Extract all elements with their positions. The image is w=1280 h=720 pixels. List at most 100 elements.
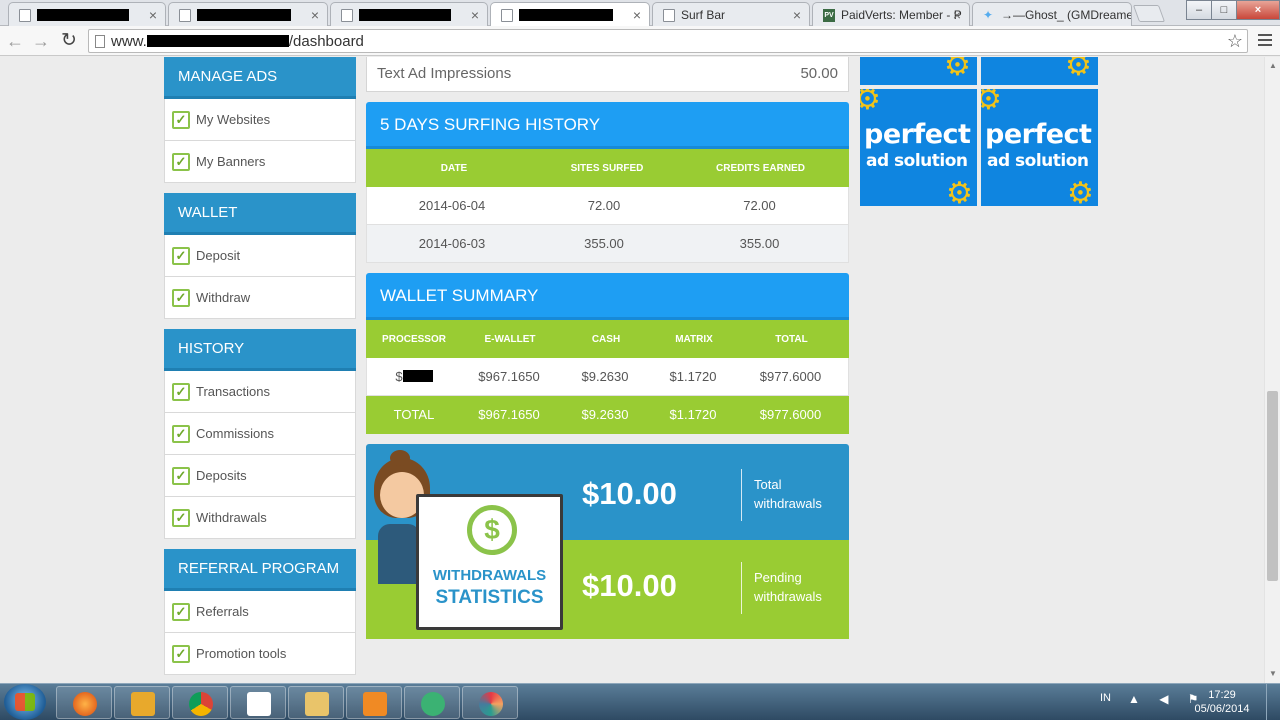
table-row: 2014-06-04 72.00 72.00	[366, 187, 849, 225]
table-row: 2014-06-03 355.00 355.00	[366, 225, 849, 263]
cartoon-girl-body	[378, 524, 420, 584]
board-title-line1: WITHDRAWALS	[432, 567, 547, 584]
browser-tab-twitter[interactable]: ✦ →—Ghost_ (GMDreame	[972, 2, 1132, 26]
checkbox-icon: ✓	[172, 425, 190, 443]
maximize-button[interactable]: □	[1211, 0, 1237, 20]
sidebar-heading-manage-ads: MANAGE ADS	[164, 57, 356, 99]
sidebar-item-deposits[interactable]: ✓ Deposits	[164, 455, 356, 497]
checkbox-icon: ✓	[172, 111, 190, 129]
windows-taskbar: IN ▲ ◀ ⚑ 17:29 05/06/2014	[0, 683, 1280, 720]
wallet-summary-panel: WALLET SUMMARY PROCESSOR E-WALLET CASH M…	[366, 273, 849, 434]
start-button[interactable]	[4, 684, 46, 720]
sidebar-item-commissions[interactable]: ✓ Commissions	[164, 413, 356, 455]
tab-label: PaidVerts: Member - P	[841, 8, 962, 22]
scroll-up-icon[interactable]: ▲	[1269, 61, 1277, 70]
address-bar[interactable]: www. /dashboard ☆	[88, 29, 1248, 53]
browser-tab-2[interactable]: ×	[168, 2, 328, 26]
gear-icon: ⚙	[981, 89, 1002, 116]
ad-text-line2: ad solution	[987, 151, 1089, 171]
table-cell: TOTAL	[393, 407, 435, 422]
sidebar-item-withdraw[interactable]: ✓ Withdraw	[164, 277, 356, 319]
browser-tab-active[interactable]: ×	[490, 2, 650, 27]
sidebar-item-label: Deposit	[196, 248, 241, 263]
ad-banner[interactable]: ⚙	[981, 57, 1098, 85]
sidebar-item-my-websites[interactable]: ✓ My Websites	[164, 99, 356, 141]
close-window-button[interactable]: ×	[1236, 0, 1280, 20]
gear-icon: ⚙	[946, 177, 973, 207]
sidebar-item-label: Withdrawals	[196, 510, 267, 525]
forward-arrow-icon[interactable]: →	[30, 30, 52, 52]
app-icon	[131, 692, 155, 716]
sidebar-heading-wallet: WALLET	[164, 193, 356, 235]
pending-withdrawals-label: Pending withdrawals	[754, 570, 822, 604]
scroll-down-icon[interactable]: ▼	[1269, 669, 1277, 678]
taskbar-app[interactable]	[404, 686, 460, 719]
page-icon	[19, 9, 31, 22]
chrome-menu-icon[interactable]	[1258, 34, 1272, 49]
pending-withdrawals-amount: $10.00	[582, 568, 677, 603]
sidebar-item-promotion-tools[interactable]: ✓ Promotion tools	[164, 633, 356, 675]
taskbar-paint[interactable]	[462, 686, 518, 719]
taskbar-chrome[interactable]	[172, 686, 228, 719]
sidebar-item-referrals[interactable]: ✓ Referrals	[164, 591, 356, 633]
clock-time: 17:29	[1208, 689, 1236, 701]
page-icon	[341, 9, 353, 22]
withdrawals-statistics-board: $ WITHDRAWALS STATISTICS	[416, 494, 563, 630]
checkbox-icon: ✓	[172, 509, 190, 527]
ad-text-line1: perfect	[864, 119, 971, 150]
sidebar-item-deposit[interactable]: ✓ Deposit	[164, 235, 356, 277]
ad-banner[interactable]: ⚙	[860, 57, 977, 85]
language-indicator[interactable]: IN	[1100, 692, 1111, 704]
redacted-title	[197, 8, 291, 21]
clock-date: 05/06/2014	[1194, 703, 1250, 715]
page-icon	[501, 9, 513, 22]
close-tab-icon[interactable]: ×	[149, 7, 157, 23]
divider	[741, 562, 742, 614]
ad-banner-perfect-ad-solution[interactable]: ⚙ ⚙ perfect ad solution	[860, 89, 977, 206]
sidebar-item-label: Promotion tools	[196, 646, 287, 661]
reload-icon[interactable]: ↻	[58, 30, 80, 52]
taskbar-app[interactable]	[114, 686, 170, 719]
tab-label: →—Ghost_ (GMDreame	[1001, 8, 1132, 22]
table-cell: $977.6000	[759, 407, 822, 422]
app-icon	[421, 692, 445, 716]
browser-tab-1[interactable]: ×	[8, 2, 166, 26]
firefox-icon	[73, 692, 97, 716]
back-arrow-icon[interactable]: ←	[4, 30, 26, 52]
taskbar-smartfren[interactable]	[230, 686, 286, 719]
close-tab-icon[interactable]: ×	[633, 7, 641, 23]
show-desktop-button[interactable]	[1266, 684, 1280, 720]
divider	[741, 469, 742, 521]
redacted-title	[37, 8, 129, 21]
table-header: DATE SITES SURFED CREDITS EARNED	[366, 149, 849, 187]
close-tab-icon[interactable]: ×	[311, 7, 319, 23]
new-tab-button[interactable]	[1132, 5, 1166, 22]
table-header: PROCESSOR E-WALLET CASH MATRIX TOTAL	[366, 320, 849, 358]
ad-banner-perfect-ad-solution[interactable]: ⚙ ⚙ perfect ad solution	[981, 89, 1098, 206]
dollar-coin-icon: $	[467, 505, 517, 555]
close-tab-icon[interactable]: ×	[953, 7, 961, 23]
scrollbar-thumb[interactable]	[1267, 391, 1278, 581]
text-ad-impressions-row: Text Ad Impressions 50.00	[366, 57, 849, 92]
taskbar-explorer[interactable]	[288, 686, 344, 719]
taskbar-firefox[interactable]	[56, 686, 112, 719]
close-tab-icon[interactable]: ×	[793, 7, 801, 23]
browser-tab-3[interactable]: ×	[330, 2, 488, 26]
page-scrollbar[interactable]: ▲ ▼	[1264, 57, 1280, 683]
table-row: $ $967.1650 $9.2630 $1.1720 $977.6000	[366, 358, 849, 396]
checkbox-icon: ✓	[172, 645, 190, 663]
table-cell: $977.6000	[759, 369, 822, 384]
close-tab-icon[interactable]: ×	[471, 7, 479, 23]
sidebar-item-withdrawals[interactable]: ✓ Withdrawals	[164, 497, 356, 539]
taskbar-media[interactable]	[346, 686, 402, 719]
page-icon	[663, 9, 675, 22]
sidebar-item-my-banners[interactable]: ✓ My Banners	[164, 141, 356, 183]
bookmark-star-icon[interactable]: ☆	[1227, 31, 1243, 52]
clock[interactable]: 17:29 05/06/2014	[1192, 688, 1252, 716]
sidebar-item-transactions[interactable]: ✓ Transactions	[164, 371, 356, 413]
minimize-button[interactable]: –	[1186, 0, 1212, 20]
browser-tab-paidverts[interactable]: PV PaidVerts: Member - P ×	[812, 2, 970, 26]
table-cell: 72.00	[587, 198, 621, 213]
page-icon	[179, 9, 191, 22]
browser-tab-surf-bar[interactable]: Surf Bar ×	[652, 2, 810, 26]
